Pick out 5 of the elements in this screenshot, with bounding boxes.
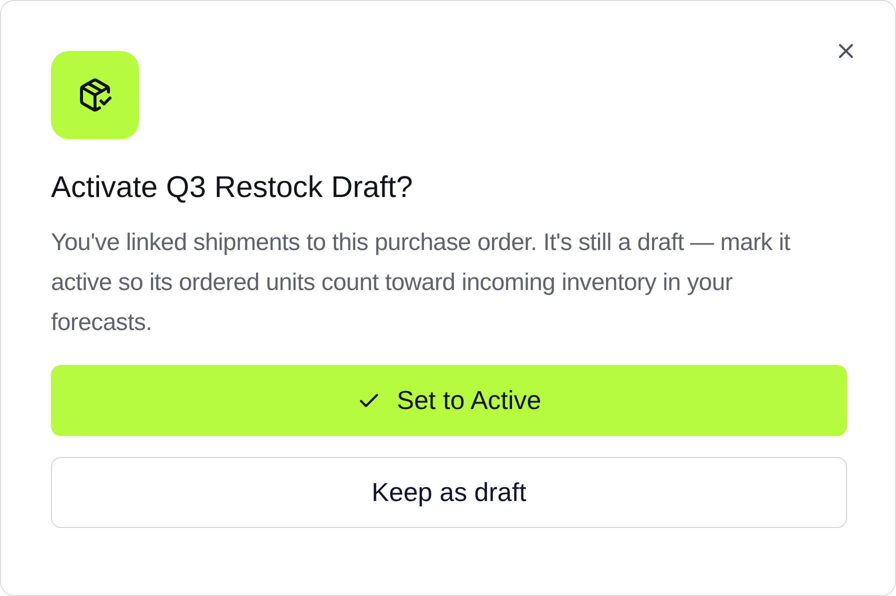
set-active-button[interactable]: Set to Active xyxy=(51,365,847,436)
dialog-message: You've linked shipments to this purchase order. It's still a draft — mark it active so its ordered units count toward incoming inventory in your forecasts. xyxy=(51,228,792,338)
package-check-icon xyxy=(77,77,113,113)
dialog-title: Activate Q3 Restock Draft? xyxy=(51,170,414,206)
keep-draft-button[interactable]: Keep as draft xyxy=(51,457,847,528)
